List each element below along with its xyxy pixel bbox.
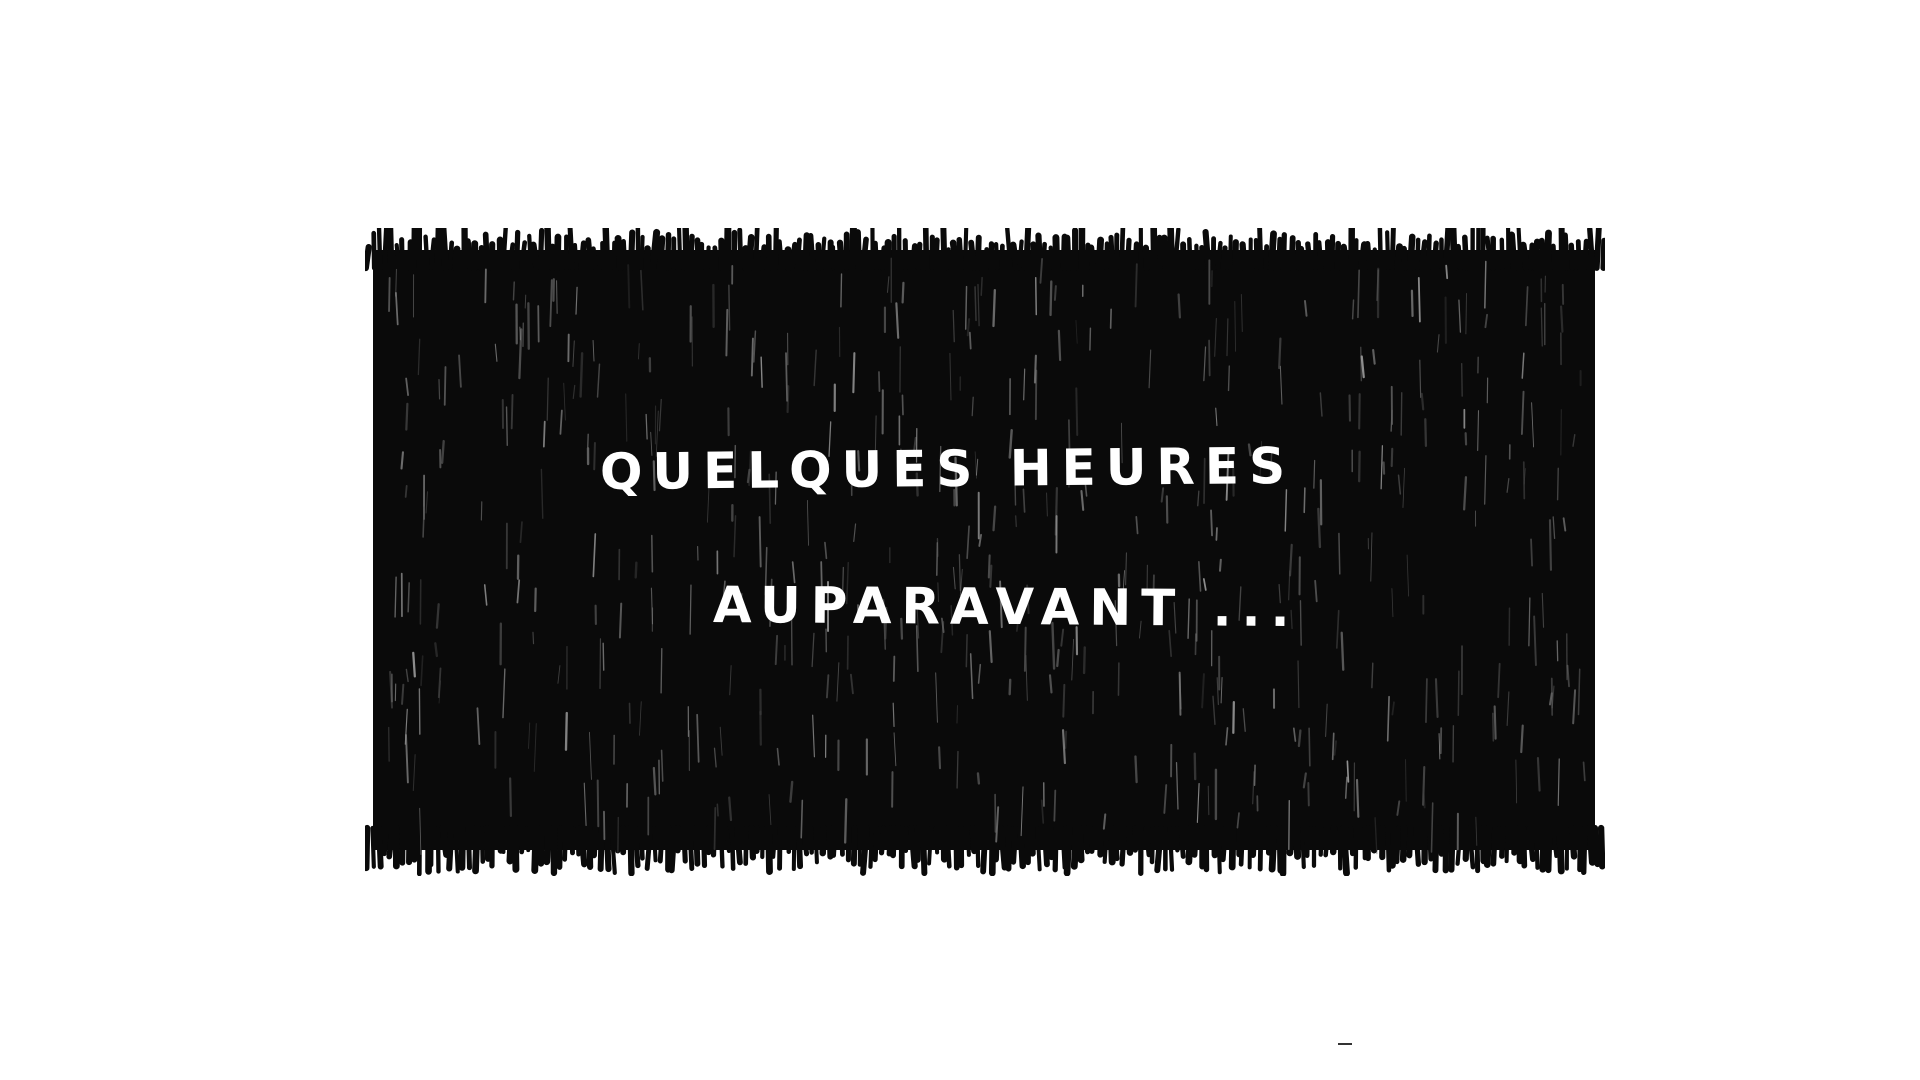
pencil-speck [1338, 1043, 1352, 1045]
caption-line-1: QUELQUES HEURES [599, 436, 1296, 502]
caption-text: QUELQUES HEURES AUPARAVANT ... [365, 228, 1605, 876]
comic-page: QUELQUES HEURES AUPARAVANT ... [0, 0, 1920, 1080]
caption-line-2: AUPARAVANT ... [712, 575, 1300, 639]
